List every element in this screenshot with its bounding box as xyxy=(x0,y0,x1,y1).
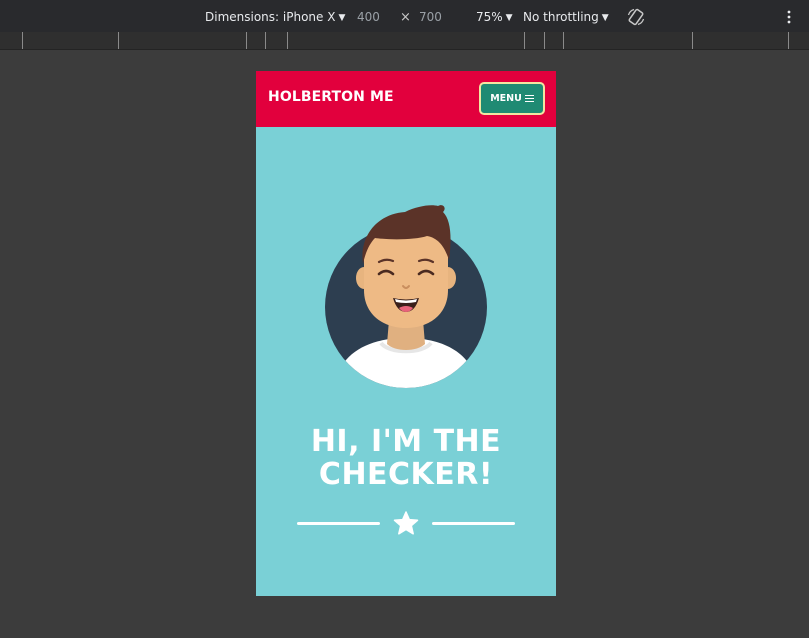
height-input[interactable]: 700 xyxy=(419,9,442,25)
zoom-selector[interactable]: 75% ▼ xyxy=(476,9,513,26)
ruler-tick xyxy=(118,32,119,49)
menu-button[interactable]: MENU xyxy=(479,82,545,115)
zoom-label: 75% xyxy=(476,10,503,24)
throttling-selector[interactable]: No throttling ▼ xyxy=(523,9,609,26)
ruler-tick xyxy=(265,32,266,49)
divider-line-right xyxy=(432,522,515,525)
avatar-illustration xyxy=(325,205,487,388)
ruler-tick xyxy=(544,32,545,49)
device-selector-label: Dimensions: iPhone X xyxy=(205,10,336,24)
width-input[interactable]: 400 xyxy=(357,9,380,25)
site-header: HOLBERTON ME MENU xyxy=(256,71,556,127)
media-query-ruler xyxy=(0,32,809,50)
device-selector[interactable]: Dimensions: iPhone X ▼ xyxy=(205,9,345,26)
ruler-tick xyxy=(563,32,564,49)
rotate-icon[interactable] xyxy=(626,7,646,27)
ruler-tick xyxy=(524,32,525,49)
dimensions-separator: × xyxy=(400,10,411,25)
devtools-device-toolbar: Dimensions: iPhone X ▼ 400 × 700 75% ▼ No … xyxy=(0,0,809,32)
divider-line-left xyxy=(297,522,380,525)
star-icon xyxy=(393,511,419,535)
throttling-label: No throttling xyxy=(523,10,599,24)
chevron-down-icon: ▼ xyxy=(601,13,609,23)
ruler-tick xyxy=(287,32,288,49)
brand-title[interactable]: HOLBERTON ME xyxy=(268,89,394,105)
ruler-tick xyxy=(22,32,23,49)
ruler-tick xyxy=(246,32,247,49)
chevron-down-icon: ▼ xyxy=(505,13,513,23)
menu-icon xyxy=(524,94,534,103)
ruler-tick xyxy=(692,32,693,49)
hero-title: HI, I'M THE CHECKER! xyxy=(310,424,502,492)
device-viewport: HOLBERTON ME MENU HI, I'M THE CHECKER! xyxy=(256,71,556,596)
more-vert-icon[interactable] xyxy=(784,9,794,25)
chevron-down-icon: ▼ xyxy=(338,13,346,23)
ruler-tick xyxy=(788,32,789,49)
menu-button-label: MENU xyxy=(490,93,522,104)
